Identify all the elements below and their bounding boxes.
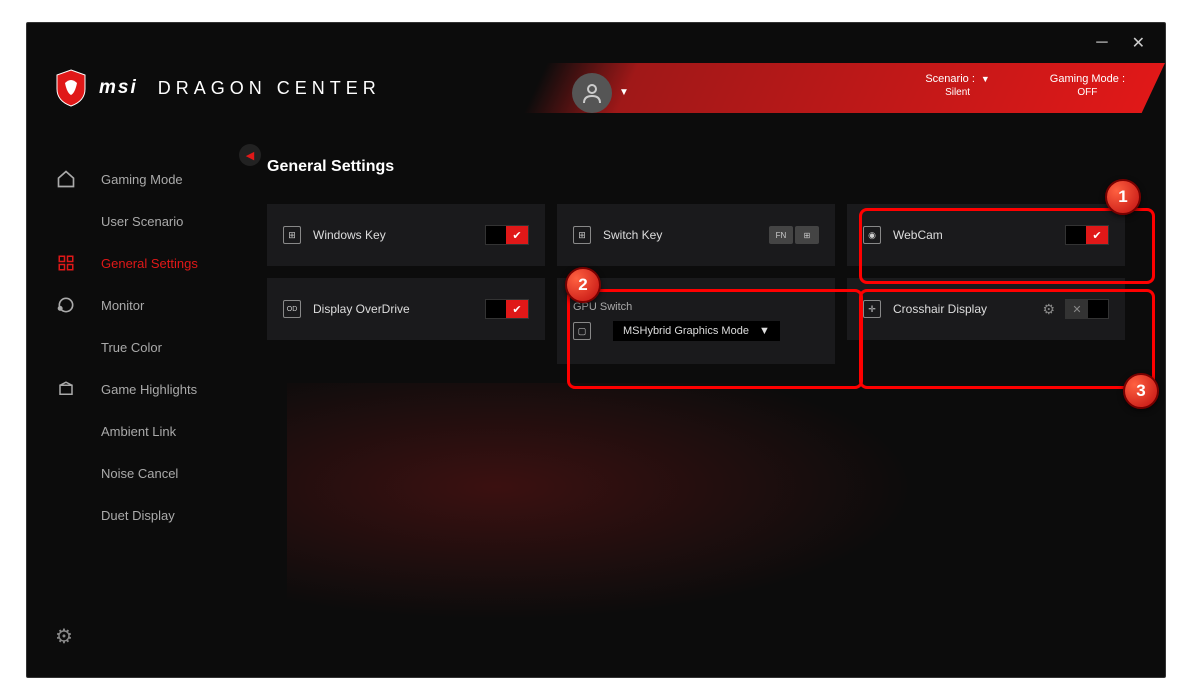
switch-key-icon: ⊞ <box>573 226 591 244</box>
sidebar-item-label: True Color <box>101 340 162 355</box>
gpu-switch-dropdown[interactable]: MSHybrid Graphics Mode ▼ <box>613 321 780 341</box>
sidebar-item-ambient-link[interactable]: Ambient Link <box>27 410 257 452</box>
app-window: ─ ✕ msi DRAGON CENTER ▼ Scenario : ▼ Sile… <box>26 22 1166 678</box>
sidebar-item-label: User Scenario <box>101 214 183 229</box>
user-icon <box>580 81 604 105</box>
avatar-dropdown-caret[interactable]: ▼ <box>619 87 629 98</box>
home-icon <box>55 168 77 190</box>
minimize-button[interactable]: ─ <box>1096 34 1107 52</box>
card-switch-key: ⊞ Switch Key FN ⊞ <box>557 204 835 266</box>
close-button[interactable]: ✕ <box>1132 33 1145 53</box>
sidebar-item-game-highlights[interactable]: Game Highlights <box>27 368 257 410</box>
sidebar-collapse-button[interactable]: ◀ <box>239 144 261 166</box>
titlebar: ─ ✕ <box>1096 23 1165 63</box>
webcam-label: WebCam <box>893 228 1065 242</box>
crosshair-label: Crosshair Display <box>893 302 1042 316</box>
gpu-switch-value: MSHybrid Graphics Mode <box>623 325 749 337</box>
scenario-label: Scenario : <box>925 73 975 85</box>
annotation-bubble-3: 3 <box>1123 373 1159 409</box>
brand-name: msi <box>99 77 138 99</box>
shield-icon <box>55 69 87 107</box>
gpu-switch-row: ▢ MSHybrid Graphics Mode ▼ <box>573 321 780 341</box>
sidebar-item-noise-cancel[interactable]: Noise Cancel <box>27 452 257 494</box>
windows-key-icon: ⊞ <box>283 226 301 244</box>
sidebar-item-label: Ambient Link <box>101 424 176 439</box>
card-crosshair: ✛ Crosshair Display ⚙ <box>847 278 1125 340</box>
grid-icon <box>55 252 77 274</box>
sidebar-item-user-scenario[interactable]: User Scenario <box>27 200 257 242</box>
header-status: Scenario : ▼ Silent Gaming Mode : OFF <box>925 73 1125 98</box>
user-avatar[interactable] <box>572 73 612 113</box>
webcam-toggle[interactable] <box>1065 225 1109 245</box>
box-icon <box>55 378 77 400</box>
sidebar-item-general-settings[interactable]: General Settings <box>27 242 257 284</box>
annotation-bubble-2: 2 <box>565 267 601 303</box>
crosshair-toggle[interactable] <box>1065 299 1109 319</box>
win-key: ⊞ <box>795 226 819 244</box>
switch-key-label: Switch Key <box>603 228 769 242</box>
gaming-mode-label: Gaming Mode : <box>1050 73 1125 85</box>
chevron-down-icon: ▼ <box>981 74 990 84</box>
page-title: General Settings <box>267 158 1145 176</box>
gaming-mode-value: OFF <box>1050 87 1125 98</box>
windows-key-toggle[interactable] <box>485 225 529 245</box>
fn-key: FN <box>769 226 793 244</box>
sidebar-item-label: Gaming Mode <box>101 172 183 187</box>
chevron-down-icon: ▼ <box>759 325 770 337</box>
sidebar-item-true-color[interactable]: True Color <box>27 326 257 368</box>
overdrive-toggle[interactable] <box>485 299 529 319</box>
card-windows-key: ⊞ Windows Key <box>267 204 545 266</box>
nav-list: Gaming Mode User Scenario General Settings… <box>27 158 257 536</box>
crosshair-settings-icon[interactable]: ⚙ <box>1042 301 1055 318</box>
sidebar-item-label: Monitor <box>101 298 144 313</box>
overdrive-label: Display OverDrive <box>313 302 485 316</box>
windows-key-label: Windows Key <box>313 228 485 242</box>
gaming-mode-status[interactable]: Gaming Mode : OFF <box>1050 73 1125 98</box>
sidebar: ◀ Gaming ModeUser ScenarioGeneral Settin… <box>27 158 257 677</box>
crosshair-icon: ✛ <box>863 300 881 318</box>
scenario-status[interactable]: Scenario : ▼ Silent <box>925 73 989 98</box>
gpu-icon: ▢ <box>573 322 591 340</box>
sidebar-item-label: Duet Display <box>101 508 175 523</box>
content: General Settings ⊞ Windows Key ⊞ Switch … <box>267 158 1145 657</box>
sidebar-item-gaming-mode[interactable]: Gaming Mode <box>27 158 257 200</box>
sidebar-item-label: Noise Cancel <box>101 466 178 481</box>
sidebar-item-label: Game Highlights <box>101 382 197 397</box>
logo: msi DRAGON CENTER <box>55 69 381 107</box>
orbit-icon <box>55 294 77 316</box>
annotation-bubble-1: 1 <box>1105 179 1141 215</box>
sidebar-item-duet-display[interactable]: Duet Display <box>27 494 257 536</box>
card-webcam: ◉ WebCam <box>847 204 1125 266</box>
overdrive-icon: OD <box>283 300 301 318</box>
settings-gear-icon[interactable]: ⚙ <box>55 624 73 649</box>
sidebar-item-monitor[interactable]: Monitor <box>27 284 257 326</box>
scenario-value: Silent <box>925 87 989 98</box>
webcam-icon: ◉ <box>863 226 881 244</box>
product-name: DRAGON CENTER <box>158 78 381 99</box>
switch-key-keys[interactable]: FN ⊞ <box>769 226 819 244</box>
settings-cards: ⊞ Windows Key ⊞ Switch Key FN ⊞ ◉ WebCam… <box>267 204 1145 364</box>
sidebar-item-label: General Settings <box>101 256 198 271</box>
card-display-overdrive: OD Display OverDrive <box>267 278 545 340</box>
